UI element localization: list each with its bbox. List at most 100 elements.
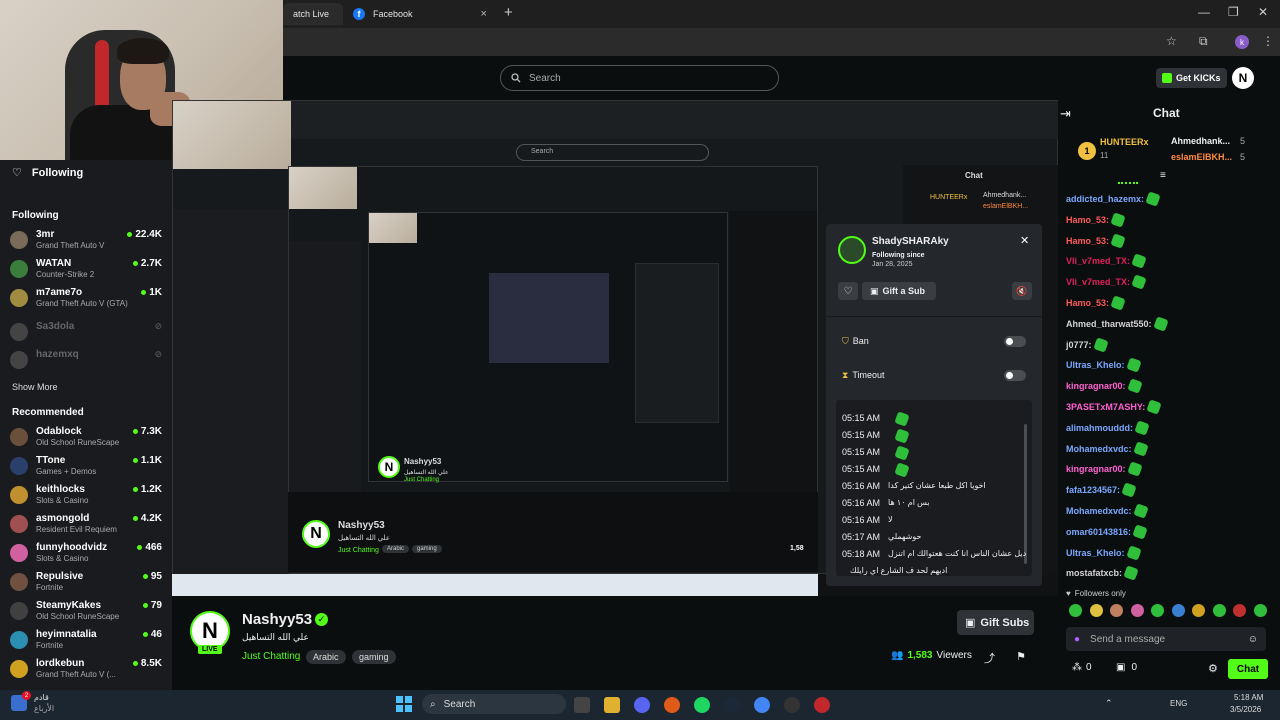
sidebar-channel-row[interactable]: 3mr Grand Theft Auto V 22.4K [10, 229, 162, 257]
points-display[interactable]: ⁂ 0 [1072, 662, 1092, 673]
report-icon[interactable]: ⚑ [1016, 650, 1026, 663]
expand-leaders-icon[interactable]: ≡ [1160, 170, 1166, 181]
gift-count[interactable]: ▣ 0 [1116, 662, 1137, 673]
sidebar-channel-row[interactable]: keithlocks Slots & Casino 1.2K [10, 484, 162, 512]
sidebar-channel-row[interactable]: hazemxq ⊘ [10, 349, 162, 377]
sidebar-channel-row[interactable]: funnyhoodvidz Slots & Casino 466 [10, 542, 162, 570]
mic-icon[interactable]: ● [1074, 634, 1080, 645]
task-view-icon[interactable] [574, 697, 590, 713]
clock-time[interactable]: 5:18 AM [1234, 693, 1263, 702]
chat-send-button[interactable]: Chat [1228, 659, 1268, 679]
chat-username[interactable]: alimahmouddd: [1066, 423, 1133, 433]
chat-username[interactable]: Ultras_Khelo: [1066, 360, 1125, 370]
extensions-icon[interactable]: ⧉ [1199, 34, 1208, 49]
close-window-button[interactable]: ✕ [1258, 5, 1268, 19]
gift-subs-button[interactable]: ▣ Gift Subs [957, 610, 1034, 635]
chat-username[interactable]: 3PASETxM7ASHY: [1066, 402, 1145, 412]
show-more-link[interactable]: Show More [12, 382, 58, 392]
restore-button[interactable]: ❐ [1228, 5, 1239, 19]
taskbar-search[interactable]: ⌕ Search [422, 694, 566, 714]
timeout-toggle[interactable] [1004, 370, 1026, 381]
sidebar-channel-row[interactable]: WATAN Counter-Strike 2 2.7K [10, 258, 162, 286]
tab-watch-live[interactable]: atch Live [283, 3, 343, 25]
file-explorer-icon[interactable] [604, 697, 620, 713]
chat-username[interactable]: Hamo_53: [1066, 298, 1109, 308]
chat-username[interactable]: Hamo_53: [1066, 236, 1109, 246]
chat-username[interactable]: Vli_v7med_TX: [1066, 256, 1130, 266]
stream-category[interactable]: Just Chatting [242, 651, 300, 662]
tag-gaming[interactable]: gaming [352, 650, 396, 664]
clock-date[interactable]: 3/5/2026 [1230, 705, 1261, 714]
leader-2-name[interactable]: Ahmedhank... [1171, 136, 1230, 146]
share-icon[interactable]: ⤴ [984, 650, 995, 666]
sidebar-channel-row[interactable]: asmongold Resident Evil Requiem 4.2K [10, 513, 162, 541]
windows-start-icon[interactable] [396, 696, 412, 712]
chat-username[interactable]: fafa1234567: [1066, 485, 1120, 495]
emote-shortcut[interactable] [1069, 604, 1082, 617]
chat-settings-icon[interactable]: ⚙ [1208, 662, 1218, 675]
minimize-button[interactable]: — [1198, 5, 1210, 19]
spotify-icon[interactable] [694, 697, 710, 713]
sidebar-channel-row[interactable]: TTone Games + Demos 1.1K [10, 455, 162, 483]
chat-username[interactable]: Vli_v7med_TX: [1066, 277, 1130, 287]
emote-shortcut[interactable] [1130, 604, 1144, 617]
chat-username[interactable]: j0777: [1066, 340, 1092, 350]
steam-icon[interactable] [724, 697, 740, 713]
emote-shortcut[interactable] [1151, 604, 1164, 617]
chat-username[interactable]: omar60143816: [1066, 527, 1131, 537]
emoji-icon[interactable]: ☺ [1248, 634, 1258, 645]
obs-icon[interactable] [784, 697, 800, 713]
chat-username[interactable]: mostafatxcb: [1066, 568, 1122, 578]
browser-icon[interactable] [664, 697, 680, 713]
chrome-icon[interactable] [754, 697, 770, 713]
streamer-name[interactable]: Nashyy53 [242, 611, 312, 628]
chat-username[interactable]: kingragnar00: [1066, 464, 1126, 474]
chat-username[interactable]: kingragnar00: [1066, 381, 1126, 391]
new-tab-button[interactable]: + [504, 4, 513, 21]
gift-a-sub-button[interactable]: ▣ Gift a Sub [862, 282, 936, 300]
close-card-icon[interactable]: ✕ [1020, 234, 1029, 247]
sidebar-channel-row[interactable]: Odablock Old School RuneScape 7.3K [10, 426, 162, 454]
emote-shortcut[interactable] [1110, 604, 1123, 617]
sidebar-channel-row[interactable]: m7ame7o Grand Theft Auto V (GTA) 1K [10, 287, 162, 315]
ban-toggle[interactable] [1004, 336, 1026, 347]
tray-chevron-icon[interactable]: ⌃ [1105, 698, 1113, 709]
user-menu-avatar[interactable]: N [1232, 67, 1254, 89]
emote-shortcut[interactable] [1192, 604, 1205, 617]
chat-username[interactable]: Ultras_Khelo: [1066, 548, 1125, 558]
sidebar-following-header[interactable]: ♡ Following [12, 166, 83, 180]
emote-shortcut[interactable] [1171, 604, 1185, 617]
sidebar-channel-row[interactable]: SteamyKakes Old School RuneScape 79 [10, 600, 162, 628]
tab-facebook[interactable]: f Facebook × [343, 3, 499, 25]
chat-username[interactable]: Ahmed_tharwat550: [1066, 319, 1152, 329]
sidebar-channel-row[interactable]: heyimnatalia Fortnite 46 [10, 629, 162, 657]
leader-3-name[interactable]: eslamElBKH... [1171, 152, 1232, 162]
tag-arabic[interactable]: Arabic [306, 650, 346, 664]
leader-1-name[interactable]: HUNTEERx [1100, 137, 1149, 147]
app-icon[interactable] [814, 697, 830, 713]
bookmark-star-icon[interactable]: ☆ [1166, 34, 1177, 48]
chat-username[interactable]: Hamo_53: [1066, 215, 1109, 225]
get-kicks-button[interactable]: Get KICKs [1156, 68, 1227, 88]
search-input[interactable]: Search [500, 65, 779, 91]
message-input[interactable]: ● Send a message ☺ [1066, 627, 1266, 651]
emote-shortcut[interactable] [1089, 604, 1103, 617]
follow-heart-button[interactable]: ♡ [838, 282, 858, 300]
chat-username[interactable]: Mohamedxvdc: [1066, 506, 1132, 516]
chat-username[interactable]: Mohamedxvdc: [1066, 444, 1132, 454]
profile-avatar[interactable]: k [1235, 35, 1249, 49]
browser-menu-icon[interactable]: ⋮ [1262, 34, 1274, 48]
mute-user-button[interactable]: 🔇 [1012, 282, 1032, 300]
sidebar-channel-row[interactable]: Repulsive Fortnite 95 [10, 571, 162, 599]
messages-scrollbar[interactable] [1024, 424, 1027, 564]
emote-shortcut[interactable] [1212, 604, 1226, 617]
emote-shortcut[interactable] [1253, 604, 1267, 617]
sidebar-channel-row[interactable]: Sa3dola ⊘ [10, 321, 162, 349]
close-tab-icon[interactable]: × [481, 8, 487, 20]
emote-shortcut[interactable] [1233, 604, 1246, 617]
discord-icon[interactable] [634, 697, 650, 713]
collapse-chat-icon[interactable]: ⇥ [1060, 106, 1071, 122]
language-indicator[interactable]: ENG [1170, 699, 1187, 708]
chat-username[interactable]: addicted_hazemx: [1066, 194, 1144, 204]
sidebar-channel-row[interactable]: lordkebun Grand Theft Auto V (... 8.5K [10, 658, 162, 686]
